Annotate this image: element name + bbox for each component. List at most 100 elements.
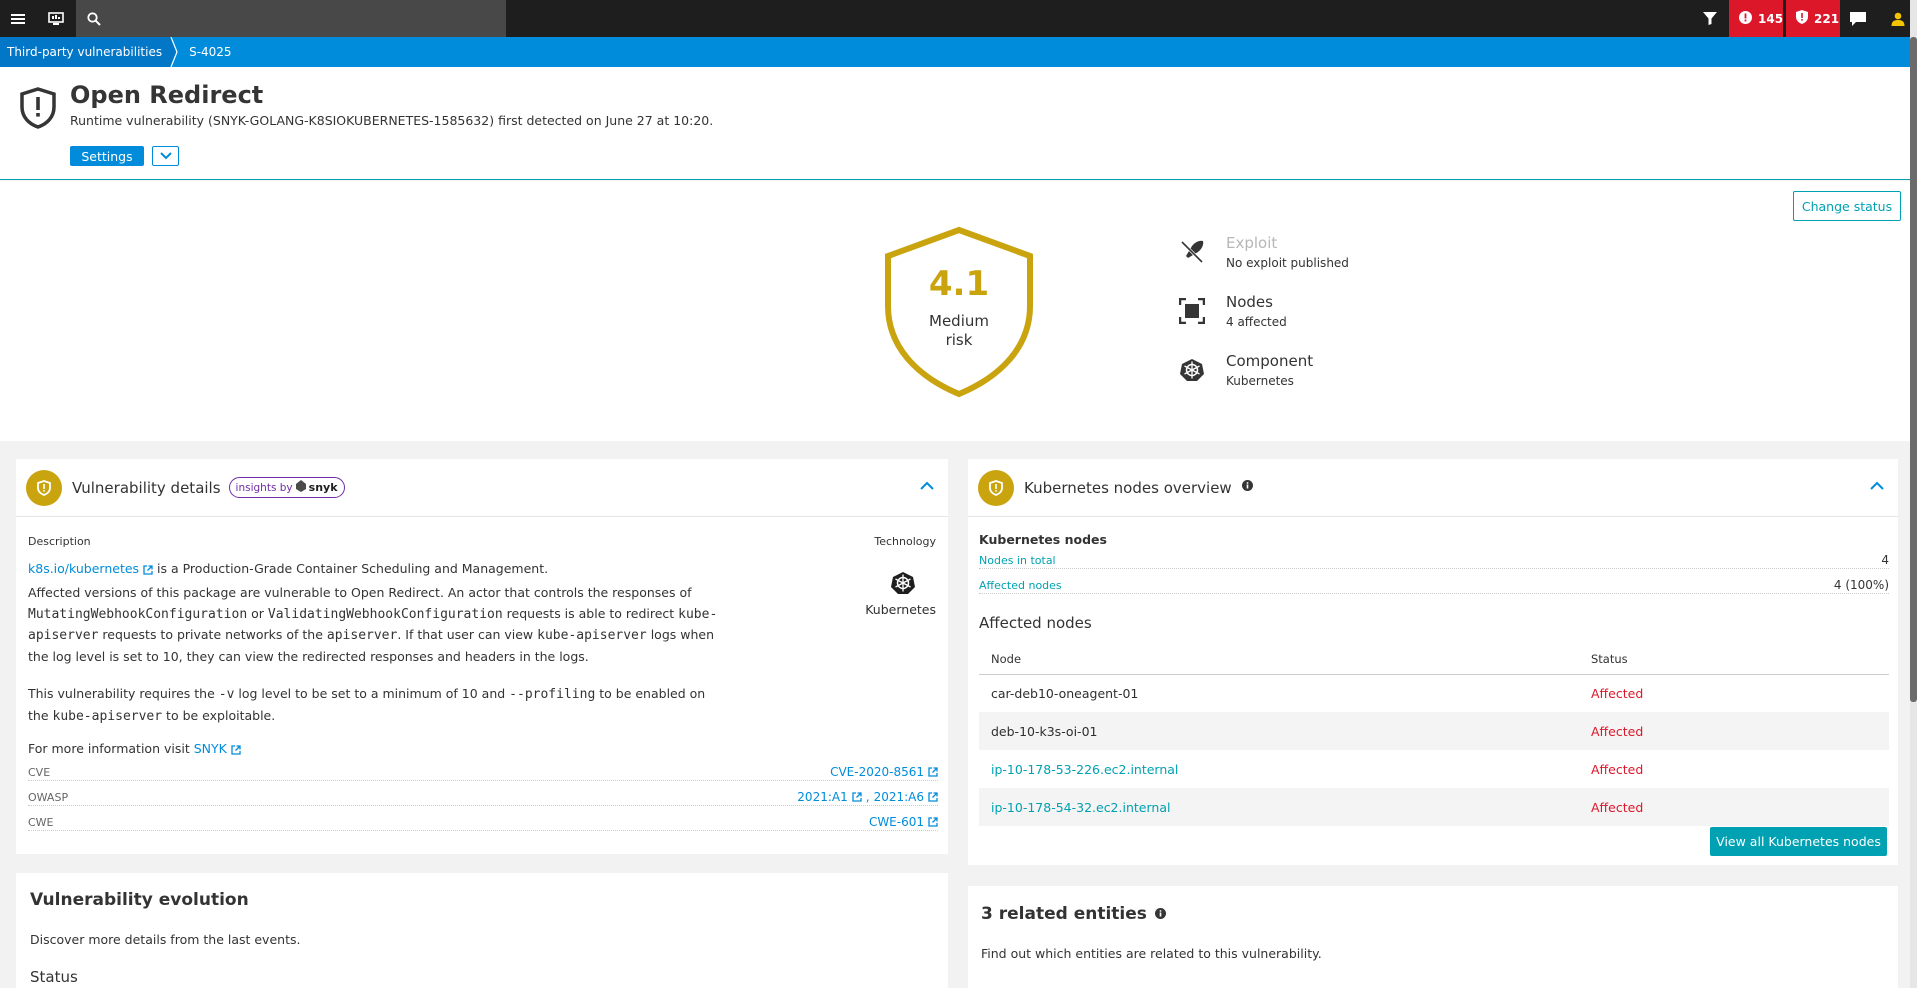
node-status: Affected (1579, 712, 1889, 750)
cve-link[interactable]: CVE-2020-8561 (830, 765, 938, 779)
node-link[interactable]: ip-10-178-53-226.ec2.internal (979, 750, 1579, 788)
breadcrumb-current-label: S-4025 (189, 45, 232, 59)
breadcrumb: Third-party vulnerabilities S-4025 (0, 37, 1910, 67)
related-entities-card: 3 related entities Find out which entiti… (968, 886, 1898, 988)
fact-component-value: Kubernetes (1226, 374, 1294, 388)
node-status: Affected (1579, 788, 1889, 826)
chevron-up-icon[interactable] (1870, 479, 1884, 494)
search-input[interactable] (76, 0, 506, 37)
affected-nodes-value: 4 (100%) (1833, 578, 1889, 592)
vulnerability-paragraph-1: Affected versions of this package are vu… (28, 585, 718, 664)
insights-by-snyk-badge[interactable]: insights by snyk (228, 477, 345, 498)
chevron-up-icon[interactable] (920, 479, 934, 494)
affected-nodes-title: Affected nodes (979, 614, 1092, 632)
snyk-brand: snyk (308, 481, 338, 494)
affected-nodes-row: Affected nodes 4 (100%) (979, 578, 1889, 594)
fact-exploit-value: No exploit published (1226, 256, 1349, 270)
risk-level-line2: risk (945, 331, 973, 349)
risk-level: Medium risk (912, 312, 1006, 350)
evolution-title: Vulnerability evolution (30, 890, 249, 910)
info-icon[interactable] (1241, 480, 1253, 495)
nodes-in-total-row: Nodes in total 4 (979, 553, 1889, 569)
shield-icon (26, 469, 62, 506)
table-row: ip-10-178-54-32.ec2.internal Affected (979, 788, 1889, 826)
shield-alert-icon (1796, 10, 1808, 27)
kubernetes-nodes-heading: Kubernetes nodes (979, 532, 1107, 547)
chevron-down-icon (159, 149, 172, 164)
fact-nodes: Nodes 4 affected (1178, 293, 1287, 329)
fact-component: Component Kubernetes (1178, 352, 1313, 388)
external-link-icon (852, 792, 862, 802)
vulnerability-details-card: Vulnerability details insights by snyk D… (16, 459, 948, 854)
description-label: Description (28, 535, 91, 548)
page-header: Open Redirect Runtime vulnerability (SNY… (0, 67, 1910, 180)
risk-level-line1: Medium (929, 312, 989, 330)
vulnerabilities-badge[interactable]: 221 (1786, 0, 1840, 37)
scrollbar-thumb[interactable] (1910, 37, 1917, 702)
chat-icon[interactable] (1840, 0, 1876, 37)
vulnerabilities-count: 221 (1814, 11, 1840, 26)
affected-nodes-label[interactable]: Affected nodes (979, 579, 1062, 592)
fact-nodes-value: 4 affected (1226, 315, 1287, 329)
filter-icon[interactable] (1692, 0, 1728, 37)
cwe-row: CWE CWE-601 (28, 815, 938, 831)
problems-count: 145 (1758, 11, 1784, 26)
fact-exploit-name: Exploit (1226, 234, 1278, 252)
breadcrumb-separator-icon (170, 37, 182, 67)
external-link-icon (231, 741, 241, 756)
settings-button[interactable]: Settings (70, 146, 144, 166)
evolution-status-heading: Status (30, 968, 78, 986)
cve-label: CVE (28, 766, 51, 779)
related-entities-title: 3 related entities (981, 904, 1166, 924)
package-link[interactable]: k8s.io/kubernetes (28, 561, 139, 576)
more-info-text: For more information visit (28, 741, 194, 756)
breadcrumb-third-party-vulnerabilities[interactable]: Third-party vulnerabilities (0, 37, 171, 67)
technology-value: Kubernetes (865, 602, 936, 617)
fact-nodes-name: Nodes (1226, 293, 1273, 311)
breadcrumb-current: S-4025 (182, 37, 241, 67)
snyk-link[interactable]: SNYK (194, 741, 227, 756)
kubernetes-icon (891, 571, 915, 599)
owasp-links[interactable]: 2021:A1, 2021:A6 (797, 790, 938, 804)
table-row: ip-10-178-53-226.ec2.internal Affected (979, 750, 1889, 788)
vulnerability-evolution-card: Vulnerability evolution Discover more de… (16, 873, 948, 988)
view-all-kubernetes-nodes-button[interactable]: View all Kubernetes nodes (1710, 827, 1887, 856)
card-header: Vulnerability details insights by snyk (16, 459, 948, 517)
card-title: Kubernetes nodes overview (1024, 478, 1232, 497)
risk-overview: Change status 4.1 Medium risk Exploit No… (0, 181, 1910, 441)
column-header-status[interactable]: Status (1579, 644, 1889, 675)
monitor-icon[interactable] (38, 0, 74, 37)
cwe-link[interactable]: CWE-601 (869, 815, 938, 829)
nodes-in-total-label[interactable]: Nodes in total (979, 554, 1056, 567)
node-status: Affected (1591, 761, 1644, 777)
technology-label: Technology (874, 535, 936, 548)
node-name: deb-10-k3s-oi-01 (979, 712, 1579, 750)
search-icon[interactable] (76, 0, 112, 37)
owasp-row: OWASP 2021:A1, 2021:A6 (28, 790, 938, 806)
hamburger-menu-icon[interactable] (0, 0, 36, 37)
column-header-node[interactable]: Node (979, 644, 1579, 675)
table-header-row: Node Status (979, 644, 1889, 675)
table-row: deb-10-k3s-oi-01 Affected (979, 712, 1889, 750)
top-bar: 145 221 (0, 0, 1917, 37)
evolution-description: Discover more details from the last even… (30, 932, 301, 947)
page-subtitle: Runtime vulnerability (SNYK-GOLANG-K8SIO… (70, 113, 714, 128)
insights-label: insights by (235, 481, 293, 494)
card-header: Kubernetes nodes overview (968, 459, 1898, 517)
fact-component-name: Component (1226, 352, 1314, 370)
related-entities-title-text: 3 related entities (981, 904, 1147, 924)
change-status-button[interactable]: Change status (1793, 191, 1901, 221)
problems-badge[interactable]: 145 (1729, 0, 1783, 37)
node-status: Affected (1591, 685, 1644, 701)
nodes-icon (1178, 297, 1206, 325)
risk-score: 4.1 (928, 264, 990, 304)
related-entities-description: Find out which entities are related to t… (981, 946, 1322, 961)
breadcrumb-parent-label: Third-party vulnerabilities (7, 45, 163, 59)
owasp-link-2: 2021:A6 (873, 790, 924, 804)
package-desc-text: is a Production-Grade Container Scheduli… (153, 561, 549, 576)
info-icon[interactable] (1154, 904, 1166, 924)
shield-alert-icon (20, 87, 56, 133)
node-link[interactable]: ip-10-178-54-32.ec2.internal (979, 788, 1579, 826)
snyk-logo-icon (295, 480, 306, 495)
settings-dropdown-button[interactable] (152, 146, 179, 166)
